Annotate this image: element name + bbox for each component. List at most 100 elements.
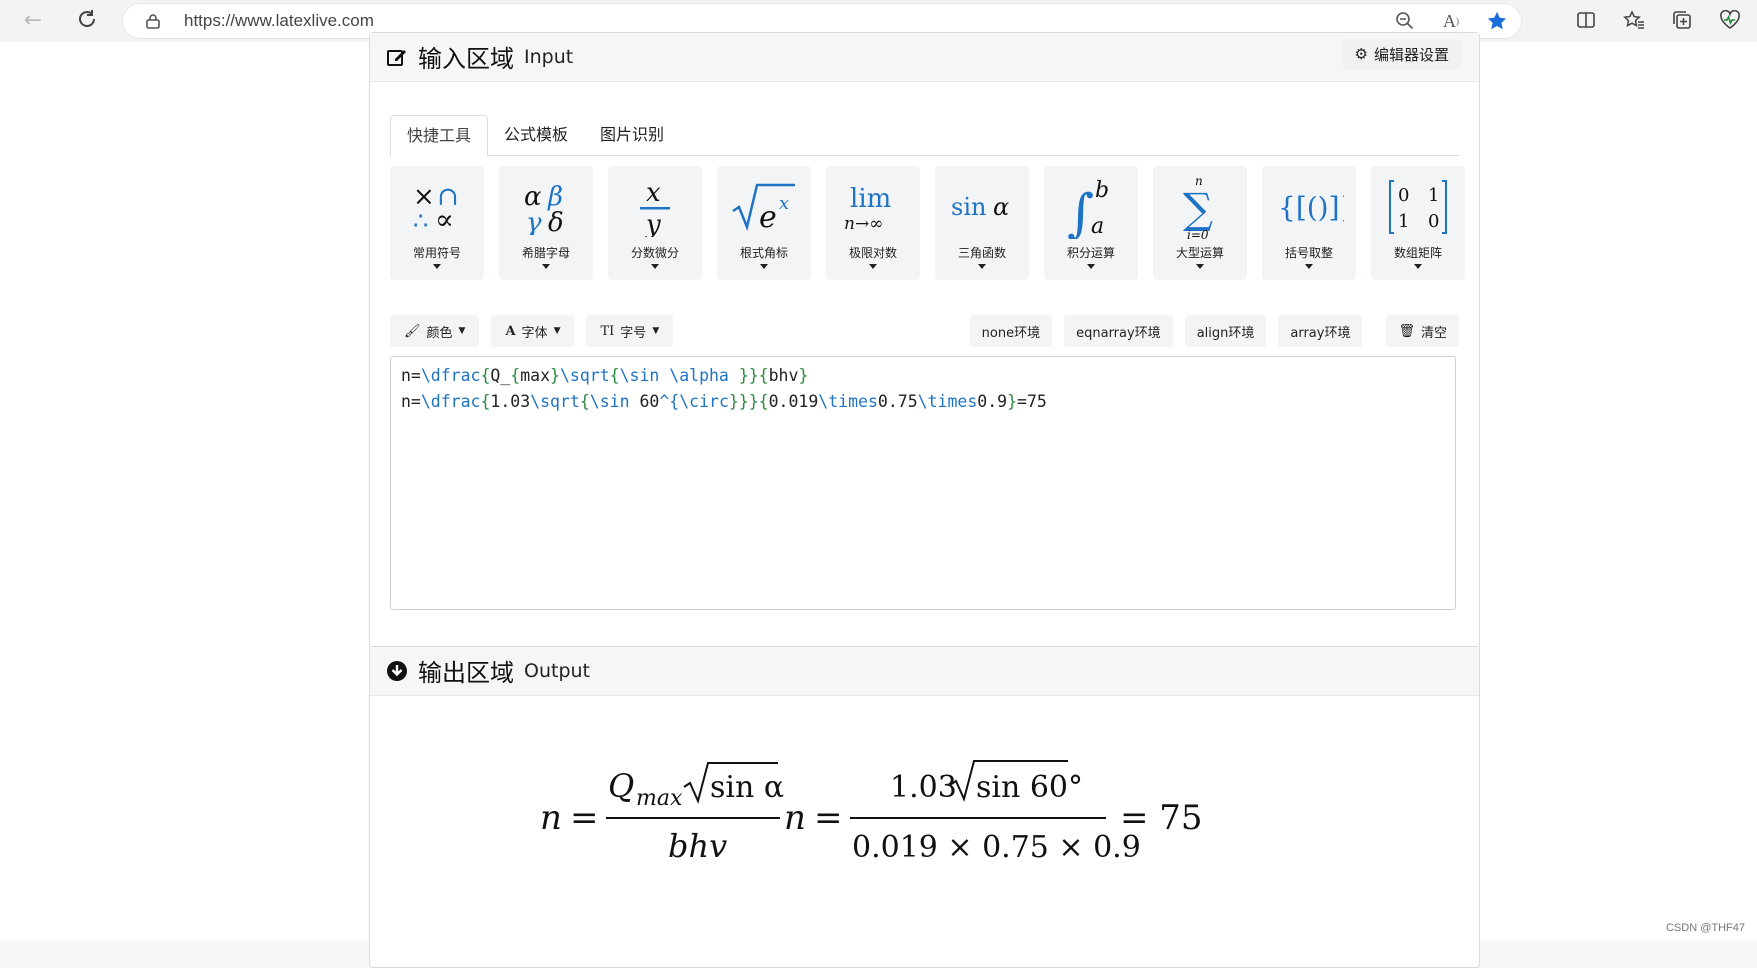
url-text: https://www.latexlive.com bbox=[184, 11, 374, 30]
code-token: ^{ bbox=[659, 392, 680, 411]
formula-num2: 1.03 bbox=[890, 770, 957, 805]
split-screen-icon[interactable] bbox=[1575, 9, 1597, 31]
tool-label: 常用符号 bbox=[412, 246, 461, 260]
input-panel-title: 输入区域 bbox=[418, 45, 514, 73]
formula-n2: n bbox=[784, 798, 806, 838]
clear-label: 清空 bbox=[1420, 325, 1447, 341]
font-a-icon: A bbox=[505, 323, 516, 339]
code-token: max bbox=[520, 366, 551, 385]
font-label: 字体 bbox=[521, 325, 548, 341]
code-token: } bbox=[1007, 392, 1018, 411]
svg-text:0: 0 bbox=[1398, 185, 1409, 206]
quick-tools: × ∩ ∴ ∝ 常用符号 α β γ δ 希腊字母 x y 分数微分 e x 根… bbox=[390, 166, 1465, 280]
svg-text:∴: ∴ bbox=[413, 207, 428, 235]
zoom-out-icon[interactable] bbox=[1394, 10, 1416, 32]
watermark: CSDN @THF47 bbox=[1665, 922, 1745, 934]
page: 输入区域 Input ⚙ 编辑器设置 快捷工具 公式模板 图片识别 × ∩ ∴ bbox=[0, 32, 1757, 968]
read-aloud-icon[interactable]: A) bbox=[1440, 10, 1462, 32]
code-token: 1.03 bbox=[490, 392, 531, 411]
tool-label: 根式角标 bbox=[739, 246, 788, 260]
tool-fractions[interactable]: x y 分数微分 bbox=[608, 166, 702, 280]
color-label: 颜色 bbox=[426, 325, 453, 341]
tool-common-symbols[interactable]: × ∩ ∴ ∝ 常用符号 bbox=[390, 166, 484, 280]
tool-label: 数组矩阵 bbox=[1393, 246, 1442, 260]
formula-bar2 bbox=[850, 817, 1106, 819]
env-align-button[interactable]: align环境 bbox=[1184, 315, 1267, 347]
favorite-star-icon[interactable] bbox=[1486, 10, 1508, 32]
code-token: \times bbox=[818, 392, 878, 411]
latex-editor[interactable]: n=\dfrac{Q_{max}\sqrt{\sin \alpha }}{bhv… bbox=[390, 356, 1456, 610]
editor-settings-button[interactable]: ⚙ 编辑器设置 bbox=[1342, 39, 1461, 69]
times-cap-therefore-propto-icon: × ∩ ∴ ∝ bbox=[390, 172, 484, 242]
code-token: \sqrt bbox=[530, 392, 580, 411]
lim-n-to-infinity-icon: lim n→∞ bbox=[826, 172, 920, 242]
formula-eq1: = bbox=[570, 798, 599, 838]
code-token: 60 bbox=[639, 392, 660, 411]
formula-eq2: = bbox=[814, 798, 843, 838]
code-token: 0.75 bbox=[877, 392, 918, 411]
svg-text:1: 1 bbox=[1398, 211, 1409, 232]
tool-integrals[interactable]: ∫ b a 积分运算 bbox=[1044, 166, 1138, 280]
color-button[interactable]: 🖌 颜色 ▼ bbox=[390, 315, 480, 347]
env-array-button[interactable]: array环境 bbox=[1278, 315, 1363, 347]
code-token: { bbox=[480, 366, 491, 385]
back-icon[interactable]: ← bbox=[20, 8, 46, 34]
code-token: } bbox=[798, 366, 809, 385]
svg-text:x: x bbox=[646, 178, 661, 208]
svg-text:∝: ∝ bbox=[435, 203, 454, 235]
tool-label: 分数微分 bbox=[630, 246, 679, 260]
svg-text:∑: ∑ bbox=[1183, 184, 1213, 233]
chevron-down-icon bbox=[433, 264, 441, 269]
env-eqnarray-button[interactable]: eqnarray环境 bbox=[1064, 315, 1173, 347]
clear-button[interactable]: 🗑 清空 bbox=[1386, 315, 1459, 347]
output-panel: 输出区域 Output n = Q max sin α bhv n = 1.03… bbox=[369, 646, 1480, 968]
input-panel: 输入区域 Input ⚙ 编辑器设置 快捷工具 公式模板 图片识别 × ∩ ∴ bbox=[369, 32, 1480, 656]
tool-large-operators[interactable]: n ∑ i=0 大型运算 bbox=[1153, 166, 1247, 280]
refresh-icon[interactable] bbox=[74, 8, 100, 34]
lock-icon bbox=[146, 14, 160, 29]
tool-label: 极限对数 bbox=[848, 246, 897, 260]
editor-line: n=\dfrac{Q_{max}\sqrt{\sin \alpha }}{bhv… bbox=[401, 363, 1445, 389]
svg-text:e: e bbox=[759, 200, 777, 235]
collections-icon[interactable] bbox=[1671, 9, 1693, 31]
arrow-circle-down-icon bbox=[387, 660, 407, 681]
code-token: \sin bbox=[589, 392, 640, 411]
tab-formula-templates[interactable]: 公式模板 bbox=[488, 115, 584, 155]
tool-trig[interactable]: sin α 三角函数 bbox=[935, 166, 1029, 280]
formula-den1: bhv bbox=[668, 827, 727, 865]
tool-label: 三角函数 bbox=[957, 246, 1006, 260]
tool-radicals[interactable]: e x 根式角标 bbox=[717, 166, 811, 280]
output-panel-header: 输出区域 Output bbox=[370, 647, 1479, 696]
tab-quick-tools[interactable]: 快捷工具 bbox=[390, 115, 489, 157]
code-token: }}{ bbox=[738, 366, 769, 385]
tab-image-recognition[interactable]: 图片识别 bbox=[584, 115, 680, 155]
tool-greek-letters[interactable]: α β γ δ 希腊字母 bbox=[499, 166, 593, 280]
chevron-down-icon bbox=[1305, 264, 1313, 269]
font-size-button[interactable]: TI 字号 ▼ bbox=[586, 315, 674, 347]
chevron-down-icon: ▼ bbox=[458, 326, 466, 336]
code-token: \sqrt bbox=[559, 366, 610, 385]
chevron-down-icon bbox=[542, 264, 550, 269]
svg-text:a: a bbox=[1091, 214, 1104, 239]
tool-limits[interactable]: lim n→∞ 极限对数 bbox=[826, 166, 920, 280]
svg-text:α: α bbox=[993, 193, 1009, 221]
code-token: n= bbox=[401, 392, 421, 411]
code-token: \sin \alpha bbox=[619, 366, 739, 385]
browser-essentials-icon[interactable] bbox=[1719, 9, 1741, 31]
tool-brackets[interactable]: {[()]} 括号取整 bbox=[1262, 166, 1356, 280]
svg-text:i=0: i=0 bbox=[1187, 228, 1209, 241]
nested-brackets-icon: {[()]} bbox=[1262, 172, 1356, 242]
code-token: bhv bbox=[768, 366, 799, 385]
font-button[interactable]: A 字体 ▼ bbox=[491, 315, 575, 347]
tool-matrices[interactable]: 0 1 1 0 数组矩阵 bbox=[1371, 166, 1465, 280]
svg-text:δ: δ bbox=[548, 208, 564, 235]
env-none-button[interactable]: none环境 bbox=[969, 315, 1053, 347]
sum-i-0-n-icon: n ∑ i=0 bbox=[1153, 172, 1247, 242]
editor-settings-label: 编辑器设置 bbox=[1373, 45, 1449, 64]
favorites-icon[interactable] bbox=[1623, 9, 1645, 31]
svg-text:0: 0 bbox=[1428, 211, 1439, 232]
environment-toolbar: none环境 eqnarray环境 align环境 array环境 🗑 清空 bbox=[969, 315, 1459, 347]
rendered-formula: n = Q max sin α bhv n = 1.03 sin 60° 0.0… bbox=[540, 760, 1203, 865]
code-token: =75 bbox=[1017, 392, 1047, 411]
code-token: \dfrac bbox=[420, 392, 481, 411]
